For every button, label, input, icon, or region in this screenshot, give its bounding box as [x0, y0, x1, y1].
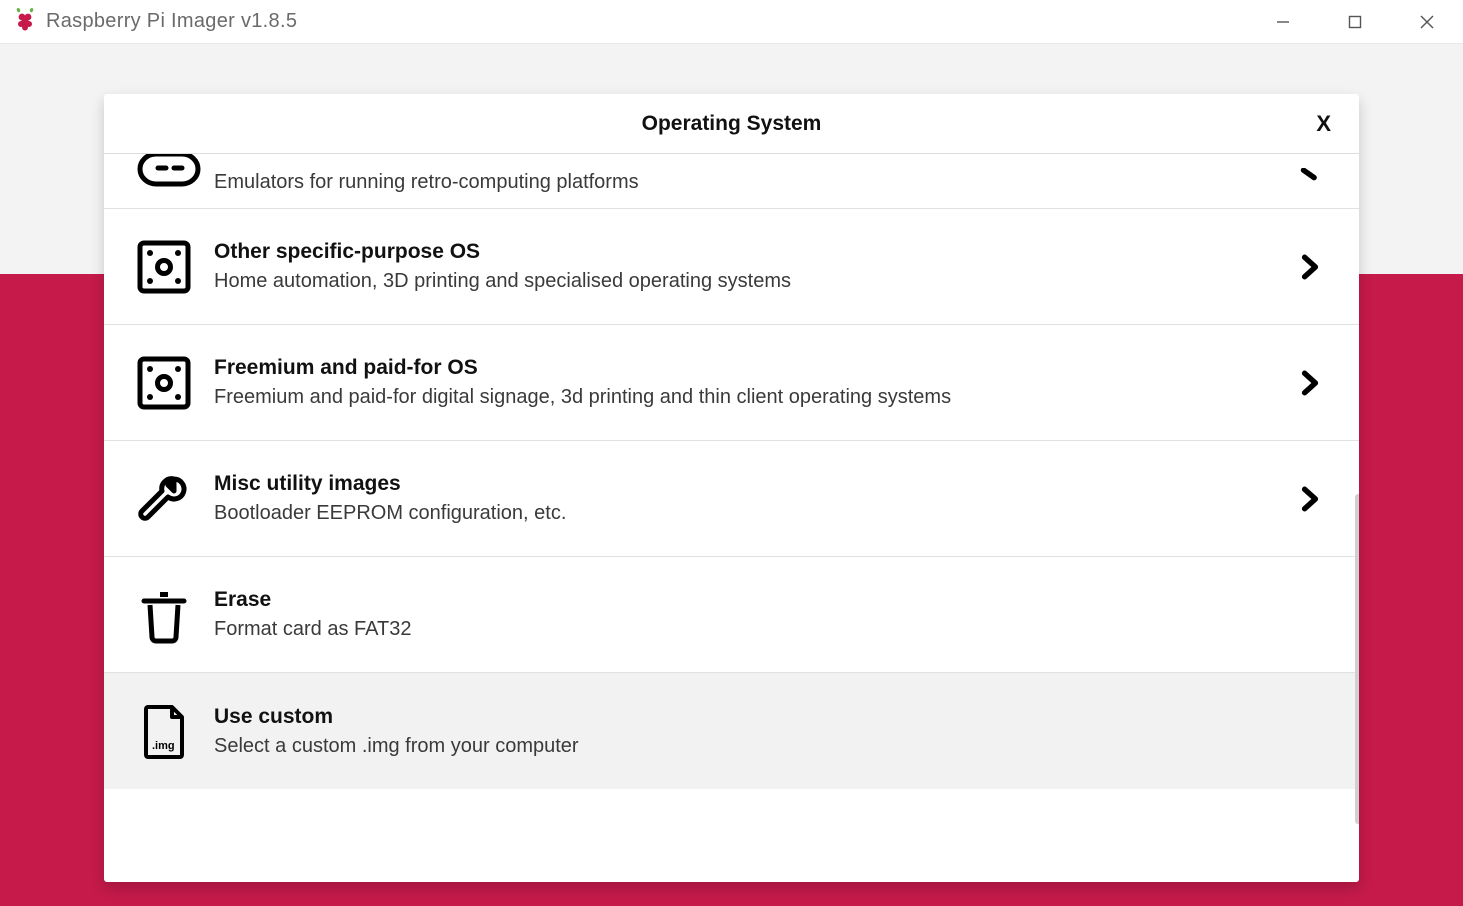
window-maximize-button[interactable] [1319, 0, 1391, 43]
chevron-right-icon [1283, 168, 1323, 194]
os-item-title: Other specific-purpose OS [214, 240, 1263, 264]
modal-title: Operating System [104, 112, 1359, 136]
chevron-right-icon [1283, 486, 1323, 512]
os-item-subtitle: Format card as FAT32 [214, 618, 1263, 641]
scrollbar-thumb[interactable] [1355, 494, 1359, 824]
os-item-subtitle: Home automation, 3D printing and special… [214, 270, 1263, 293]
os-item-text: Freemium and paid-for OS Freemium and pa… [214, 356, 1283, 409]
os-item-freemium-paid[interactable]: Freemium and paid-for OS Freemium and pa… [104, 325, 1359, 441]
os-selection-modal: Operating System X Emulators for running [104, 94, 1359, 882]
os-item-text: Emulators for running retro-computing pl… [214, 171, 1283, 194]
os-item-text: Other specific-purpose OS Home automatio… [214, 240, 1283, 293]
img-file-label: .img [152, 740, 175, 752]
modal-header: Operating System X [104, 94, 1359, 154]
os-item-emulators[interactable]: Emulators for running retro-computing pl… [104, 154, 1359, 209]
window-title: Raspberry Pi Imager v1.8.5 [46, 10, 297, 33]
os-item-subtitle: Bootloader EEPROM configuration, etc. [214, 502, 1263, 525]
titlebar-left: Raspberry Pi Imager v1.8.5 [14, 6, 297, 37]
os-item-title: Use custom [214, 705, 1263, 729]
robot-icon [134, 154, 214, 194]
os-item-title: Erase [214, 588, 1263, 612]
os-item-subtitle: Emulators for running retro-computing pl… [214, 171, 1263, 194]
os-item-use-custom[interactable]: .img Use custom Select a custom .img fro… [104, 673, 1359, 789]
app-body: Operating System X Emulators for running [0, 44, 1463, 906]
raspberry-pi-icon [14, 6, 36, 37]
os-item-misc-utility[interactable]: Misc utility images Bootloader EEPROM co… [104, 441, 1359, 557]
die-icon [134, 353, 214, 413]
os-item-erase[interactable]: Erase Format card as FAT32 [104, 557, 1359, 673]
img-file-icon: .img [134, 701, 214, 761]
os-item-title: Misc utility images [214, 472, 1263, 496]
window-minimize-button[interactable] [1247, 0, 1319, 43]
os-item-subtitle: Freemium and paid-for digital signage, 3… [214, 386, 1263, 409]
os-item-other-specific-purpose[interactable]: Other specific-purpose OS Home automatio… [104, 209, 1359, 325]
window-controls [1247, 0, 1463, 43]
die-icon [134, 237, 214, 297]
os-item-subtitle: Select a custom .img from your computer [214, 735, 1263, 758]
chevron-right-icon [1283, 254, 1323, 280]
window-titlebar: Raspberry Pi Imager v1.8.5 [0, 0, 1463, 44]
os-item-text: Erase Format card as FAT32 [214, 588, 1283, 641]
trash-icon [134, 585, 214, 645]
window-close-button[interactable] [1391, 0, 1463, 43]
modal-close-button[interactable]: X [1316, 111, 1331, 137]
os-item-text: Use custom Select a custom .img from you… [214, 705, 1283, 758]
os-item-text: Misc utility images Bootloader EEPROM co… [214, 472, 1283, 525]
chevron-right-icon [1283, 370, 1323, 396]
os-list: Emulators for running retro-computing pl… [104, 154, 1359, 882]
os-item-title: Freemium and paid-for OS [214, 356, 1263, 380]
wrench-icon [134, 469, 214, 529]
